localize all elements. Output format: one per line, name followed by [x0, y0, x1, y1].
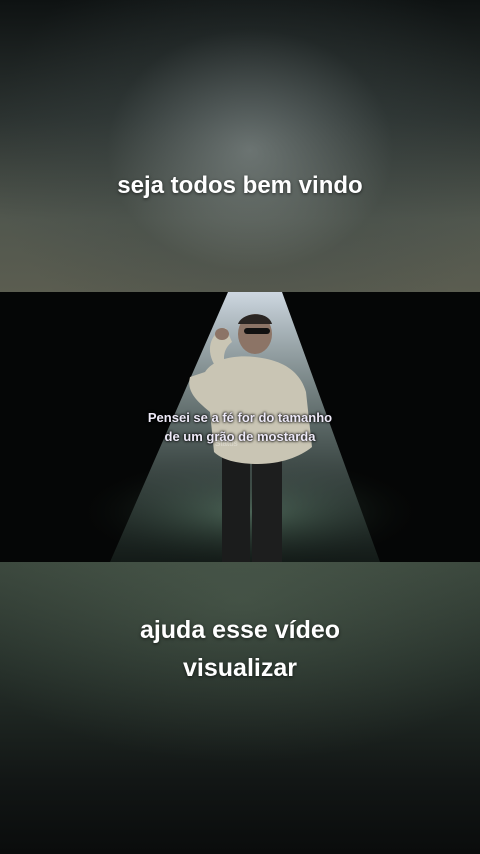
blurred-background-bottom [0, 562, 480, 854]
subtitle-line-1: Pensei se a fé for do tamanho [147, 410, 333, 425]
video-frame[interactable]: Pensei se a fé for do tamanho de um grão… [0, 292, 480, 562]
blurred-background-top [0, 0, 480, 292]
bottom-caption-line-1: ajuda esse vídeo [139, 616, 341, 644]
watermark-text: Status [215, 439, 238, 448]
top-caption: seja todos bem vindo [117, 172, 363, 199]
spotlight-scene [80, 292, 420, 562]
subtitle-line-2: de um grão de mostarda [164, 429, 316, 444]
bottom-caption-line-2: visualizar [183, 654, 297, 682]
